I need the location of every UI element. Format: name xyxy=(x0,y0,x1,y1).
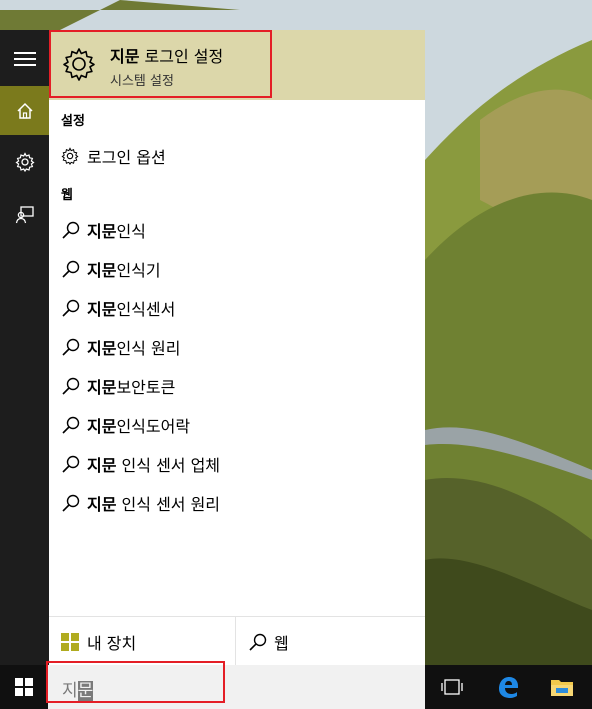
best-match-subtitle: 시스템 설정 xyxy=(110,74,174,89)
search-results-panel: 지문 로그인 설정 시스템 설정 설정 로그인 옵션 웹 지문인식 지문인식기 지문… xyxy=(49,30,425,666)
gear-icon xyxy=(49,147,87,165)
search-input-value: 지문 xyxy=(62,676,94,701)
task-view-icon xyxy=(441,679,463,695)
search-icon xyxy=(49,259,87,279)
my-stuff-button[interactable]: 내 장치 xyxy=(49,617,235,666)
edge-button[interactable] xyxy=(486,665,530,709)
start-rail xyxy=(0,30,49,665)
web-suggestion-label: 지문인식센서 xyxy=(87,296,175,320)
best-match-result[interactable]: 지문 로그인 설정 시스템 설정 xyxy=(49,30,425,100)
search-icon xyxy=(49,415,87,435)
feedback-icon xyxy=(15,205,34,223)
web-suggestion-label: 지문인식 원리 xyxy=(87,335,180,359)
web-suggestion-match: 지문 xyxy=(87,222,117,241)
web-suggestion-match: 지문 xyxy=(87,378,117,397)
windows-logo-icon xyxy=(15,678,33,696)
best-match-title-match: 지문 xyxy=(110,47,140,66)
search-icon xyxy=(236,632,274,652)
settings-result-login-options[interactable]: 로그인 옵션 xyxy=(49,138,425,174)
web-suggestion-match: 지문 xyxy=(87,300,117,319)
web-suggestion-label: 지문보안토큰 xyxy=(87,374,175,398)
web-suggestion-label: 지문인식기 xyxy=(87,257,161,281)
gear-icon xyxy=(14,151,35,172)
web-scope-label: 웹 xyxy=(274,633,289,653)
search-scope-bar: 내 장치 웹 xyxy=(49,616,425,666)
search-icon xyxy=(49,220,87,240)
web-suggestion-rest: 인식 센서 원리 xyxy=(116,495,221,514)
search-composing-char: 문 xyxy=(77,681,94,701)
web-suggestion[interactable]: 지문인식센서 xyxy=(49,290,425,326)
web-suggestion-match: 지문 xyxy=(87,261,117,280)
web-suggestion-match: 지문 xyxy=(87,456,117,475)
hamburger-menu-icon xyxy=(13,51,36,66)
search-icon xyxy=(49,376,87,396)
task-view-button[interactable] xyxy=(430,665,474,709)
web-suggestion-label: 지문인식도어락 xyxy=(87,413,190,437)
taskbar: 지문 xyxy=(0,661,592,709)
web-suggestion[interactable]: 지문 인식 센서 원리 xyxy=(49,485,425,521)
web-suggestion[interactable]: 지문보안토큰 xyxy=(49,368,425,404)
web-suggestion-match: 지문 xyxy=(87,495,117,514)
web-scope-button[interactable]: 웹 xyxy=(236,617,425,666)
search-icon xyxy=(49,493,87,513)
web-suggestion-rest: 보안토큰 xyxy=(116,378,176,397)
file-explorer-button[interactable] xyxy=(540,665,584,709)
web-suggestion-rest: 인식도어락 xyxy=(116,417,191,436)
web-suggestion-label: 지문인식 xyxy=(87,218,146,242)
start-button[interactable] xyxy=(0,665,48,709)
home-icon xyxy=(16,102,33,119)
web-suggestion-rest: 인식 원리 xyxy=(116,339,181,358)
settings-result-label: 로그인 옵션 xyxy=(87,148,166,167)
home-button[interactable] xyxy=(0,86,49,135)
feedback-button[interactable] xyxy=(0,190,49,239)
web-suggestion[interactable]: 지문인식도어락 xyxy=(49,407,425,443)
search-icon xyxy=(49,454,87,474)
best-match-title: 지문 로그인 설정 xyxy=(110,43,223,67)
search-icon xyxy=(49,298,87,318)
web-suggestion-rest: 인식 센서 업체 xyxy=(116,456,221,475)
web-suggestion-match: 지문 xyxy=(87,417,117,436)
windows-logo-icon xyxy=(49,632,87,651)
best-match-title-rest: 로그인 설정 xyxy=(139,47,224,66)
web-suggestion-rest: 인식 xyxy=(116,222,146,241)
gear-icon xyxy=(63,48,95,81)
web-section-header: 웹 xyxy=(61,188,73,203)
web-suggestion-label: 지문 인식 센서 원리 xyxy=(87,491,220,515)
web-suggestion[interactable]: 지문인식 원리 xyxy=(49,329,425,365)
web-suggestion-rest: 인식센서 xyxy=(116,300,176,319)
search-typed-text: 지 xyxy=(62,681,78,701)
settings-section-header: 설정 xyxy=(61,114,85,129)
web-suggestion[interactable]: 지문인식기 xyxy=(49,251,425,287)
search-input[interactable]: 지문 xyxy=(46,661,425,709)
search-icon xyxy=(49,337,87,357)
edge-icon xyxy=(499,677,518,698)
settings-button[interactable] xyxy=(0,137,49,186)
web-suggestion[interactable]: 지문인식 xyxy=(49,212,425,248)
file-explorer-icon xyxy=(551,680,573,696)
web-suggestion-rest: 인식기 xyxy=(116,261,161,280)
web-suggestion-match: 지문 xyxy=(87,339,117,358)
web-suggestion-label: 지문 인식 센서 업체 xyxy=(87,452,220,476)
hamburger-menu-button[interactable] xyxy=(0,34,49,83)
my-stuff-label: 내 장치 xyxy=(87,633,137,653)
web-suggestion[interactable]: 지문 인식 센서 업체 xyxy=(49,446,425,482)
